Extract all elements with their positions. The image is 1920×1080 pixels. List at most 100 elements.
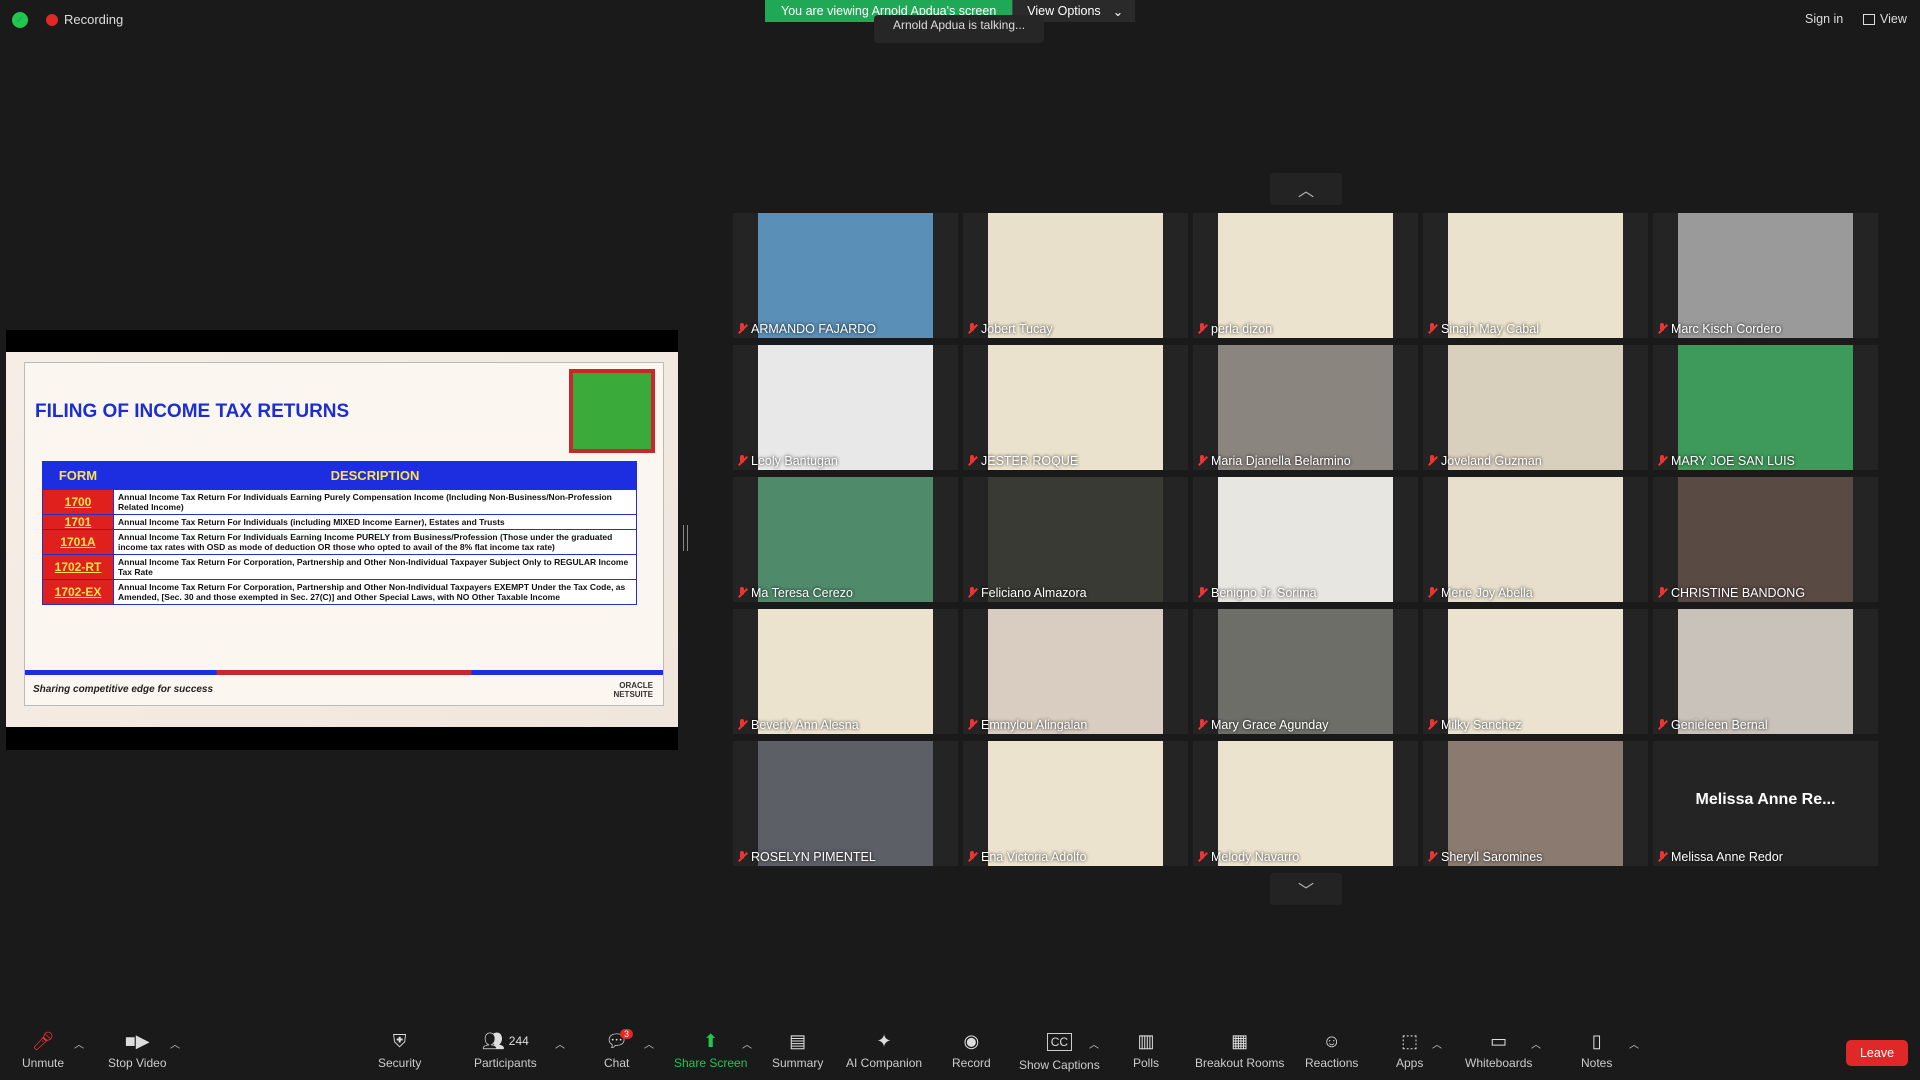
participant-tile[interactable]: Sheryll Saromines	[1423, 741, 1648, 866]
summary-button[interactable]: ▤ Summary	[772, 1030, 823, 1071]
unmute-button[interactable]: 🎤︎ Unmute	[22, 1030, 64, 1071]
participant-tile[interactable]: Melody Navarro	[1193, 741, 1418, 866]
video-options-caret[interactable]: ︿	[170, 1036, 180, 1051]
mic-muted-icon	[1657, 719, 1667, 731]
gallery-next-button[interactable]: ﹀	[1270, 873, 1342, 905]
form-description: Annual Income Tax Return For Individuals…	[113, 514, 637, 530]
participant-tile[interactable]: Ma Teresa Cerezo	[733, 477, 958, 602]
form-description: Annual Income Tax Return For Corporation…	[113, 554, 637, 580]
participant-tile[interactable]: JESTER ROQUE	[963, 345, 1188, 470]
participant-video	[1218, 345, 1393, 470]
sign-in-button[interactable]: Sign in	[1805, 12, 1843, 26]
participant-name: Merie Joy Abella	[1441, 586, 1533, 600]
participant-tile[interactable]: Genieleen Bernal	[1653, 609, 1878, 734]
leave-button[interactable]: Leave	[1846, 1040, 1908, 1066]
participant-tile[interactable]: Marc Kisch Cordero	[1653, 213, 1878, 338]
chat-label: Chat	[604, 1056, 630, 1070]
show-captions-button[interactable]: CC Show Captions	[1019, 1030, 1100, 1072]
whiteboards-button[interactable]: ▭ Whiteboards	[1465, 1030, 1533, 1071]
captions-options-caret[interactable]: ︿	[1089, 1036, 1099, 1051]
participant-tile[interactable]: Jobert Tucay	[963, 213, 1188, 338]
participant-tile[interactable]: Leoly Bantugan	[733, 345, 958, 470]
form-code: 1702-EX	[42, 579, 114, 605]
chat-options-caret[interactable]: ︿	[644, 1036, 654, 1051]
audio-options-caret[interactable]: ︿	[74, 1036, 84, 1051]
participant-video	[758, 345, 933, 470]
participant-name: Melissa Anne Redor	[1671, 850, 1783, 864]
participants-options-caret[interactable]: ︿	[555, 1036, 565, 1051]
reactions-button[interactable]: ☺ Reactions	[1305, 1030, 1358, 1071]
mic-muted-icon	[1427, 587, 1437, 599]
participant-tile[interactable]: Milky Sanchez	[1423, 609, 1648, 734]
participant-name: Beverly Ann Alesna	[751, 718, 859, 732]
share-options-caret[interactable]: ︿	[742, 1036, 752, 1051]
participant-name: ROSELYN PIMENTEL	[751, 850, 876, 864]
notes-options-caret[interactable]: ︿	[1629, 1036, 1639, 1051]
participant-name: Ma Teresa Cerezo	[751, 586, 853, 600]
notes-button[interactable]: ▯ Notes	[1581, 1030, 1612, 1071]
participant-tile[interactable]: Benigno Jr. Sorima	[1193, 477, 1418, 602]
participant-name-label: Marc Kisch Cordero	[1657, 322, 1781, 336]
participants-count: 244	[508, 1034, 529, 1048]
whiteboards-options-caret[interactable]: ︿	[1531, 1036, 1541, 1051]
participant-tile[interactable]: Ena Victoria Adolfo	[963, 741, 1188, 866]
participant-tile[interactable]: Beverly Ann Alesna	[733, 609, 958, 734]
breakout-rooms-button[interactable]: ▦ Breakout Rooms	[1195, 1030, 1285, 1071]
view-button[interactable]: View	[1863, 12, 1907, 26]
participant-video	[988, 477, 1163, 602]
active-speaker-indicator: Arnold Apdua is talking...	[874, 15, 1044, 43]
participant-name-label: Melissa Anne Redor	[1657, 850, 1783, 864]
participant-tile[interactable]: perla dizon	[1193, 213, 1418, 338]
apps-options-caret[interactable]: ︿	[1432, 1036, 1442, 1051]
participant-tile[interactable]: Merie Joy Abella	[1423, 477, 1648, 602]
breakout-rooms-label: Breakout Rooms	[1195, 1056, 1285, 1070]
column-header-description: DESCRIPTION	[113, 461, 637, 490]
participant-tile[interactable]: Sinajh May Cabal	[1423, 213, 1648, 338]
participant-name: Leoly Bantugan	[751, 454, 838, 468]
stop-video-button[interactable]: ■▶ Stop Video	[108, 1030, 167, 1071]
participant-name: Sinajh May Cabal	[1441, 322, 1539, 336]
participant-tile[interactable]: CHRISTINE BANDONG	[1653, 477, 1878, 602]
participant-tile[interactable]: Melissa Anne Re... Melissa Anne Redor	[1653, 741, 1878, 866]
whiteboards-label: Whiteboards	[1465, 1056, 1533, 1070]
participant-name: Emmylou Alingalan	[981, 718, 1088, 732]
slide-frame: FILING OF INCOME TAX RETURNS FORM DESCRI…	[24, 362, 664, 706]
participant-gallery: ARMANDO FAJARDO Jobert Tucay perla dizon Si…	[733, 213, 1878, 868]
captions-icon: CC	[1046, 1033, 1073, 1051]
record-button[interactable]: ◉ Record	[952, 1030, 991, 1071]
polls-button[interactable]: ▥ Polls	[1133, 1030, 1159, 1071]
participant-tile[interactable]: Feliciano Almazora	[963, 477, 1188, 602]
participant-name-label: ROSELYN PIMENTEL	[737, 850, 876, 864]
participant-tile[interactable]: Emmylou Alingalan	[963, 609, 1188, 734]
apps-button[interactable]: ⬚ Apps	[1396, 1030, 1424, 1071]
slide-decoration	[569, 369, 655, 453]
participant-tile[interactable]: MARY JOE SAN LUIS	[1653, 345, 1878, 470]
share-screen-button[interactable]: ⬆ Share Screen	[674, 1030, 747, 1071]
gallery-prev-button[interactable]: ︿	[1270, 173, 1342, 205]
mic-muted-icon	[967, 587, 977, 599]
participant-video	[1218, 741, 1393, 866]
participants-icon: 👥︎ 244	[481, 1030, 529, 1051]
form-code: 1700	[42, 489, 114, 515]
participant-tile[interactable]: Maria Djanella Belarmino	[1193, 345, 1418, 470]
participant-name-label: Sheryll Saromines	[1427, 850, 1542, 864]
split-resize-handle[interactable]	[683, 525, 688, 551]
participant-tile[interactable]: Joveland Guzman	[1423, 345, 1648, 470]
participants-label: Participants	[474, 1056, 537, 1070]
participant-name-label: Genieleen Bernal	[1657, 718, 1768, 732]
mic-muted-icon	[737, 587, 747, 599]
security-button[interactable]: ⛨ Security	[378, 1030, 421, 1071]
apps-label: Apps	[1396, 1056, 1424, 1070]
participants-button[interactable]: 👥︎ 244 Participants	[474, 1030, 537, 1071]
table-row: 1700 Annual Income Tax Return For Indivi…	[42, 489, 637, 515]
mic-muted-icon	[737, 851, 747, 863]
mic-muted-icon	[967, 455, 977, 467]
participant-tile[interactable]: ROSELYN PIMENTEL	[733, 741, 958, 866]
participant-tile[interactable]: ARMANDO FAJARDO	[733, 213, 958, 338]
ai-companion-button[interactable]: ✦ AI Companion	[846, 1030, 922, 1071]
participant-name: perla dizon	[1211, 322, 1273, 336]
participant-name-label: Milky Sanchez	[1427, 718, 1522, 732]
participant-tile[interactable]: Mary Grace Agunday	[1193, 609, 1418, 734]
mic-muted-icon	[1657, 323, 1667, 335]
recording-label: Recording	[64, 12, 124, 27]
